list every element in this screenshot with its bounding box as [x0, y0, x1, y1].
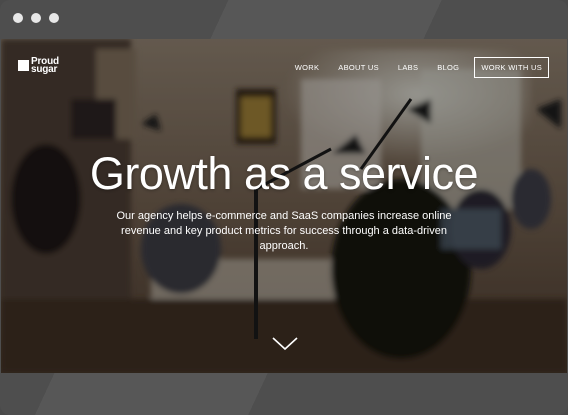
nav-item-blog[interactable]: BLOG	[437, 63, 459, 72]
main-menu: WORK ABOUT US LABS BLOG WORK WITH US	[276, 57, 549, 78]
window-controls	[13, 13, 59, 23]
device-frame: Proud sugar WORK ABOUT US LABS BLOG WORK…	[0, 0, 568, 415]
site-header: Proud sugar WORK ABOUT US LABS BLOG WORK…	[1, 39, 567, 94]
logo-line-2: sugar	[31, 64, 58, 75]
device-bottom-bezel	[1, 373, 567, 415]
nav-item-about-us[interactable]: ABOUT US	[338, 63, 379, 72]
window-dot-2	[31, 13, 41, 23]
logo-mark-icon	[18, 60, 29, 71]
site-logo[interactable]: Proud sugar	[18, 57, 59, 75]
nav-item-labs[interactable]: LABS	[398, 63, 418, 72]
window-dot-3	[49, 13, 59, 23]
window-dot-1	[13, 13, 23, 23]
hero-subtitle: Our agency helps e-commerce and SaaS com…	[116, 210, 452, 252]
work-with-us-button[interactable]: WORK WITH US	[474, 57, 549, 78]
website-screen: Proud sugar WORK ABOUT US LABS BLOG WORK…	[1, 39, 567, 373]
logo-wordmark: Proud sugar	[31, 57, 59, 75]
chevron-down-icon[interactable]	[272, 337, 298, 351]
hero-title: Growth as a service	[89, 148, 479, 199]
nav-item-work[interactable]: WORK	[295, 63, 320, 72]
